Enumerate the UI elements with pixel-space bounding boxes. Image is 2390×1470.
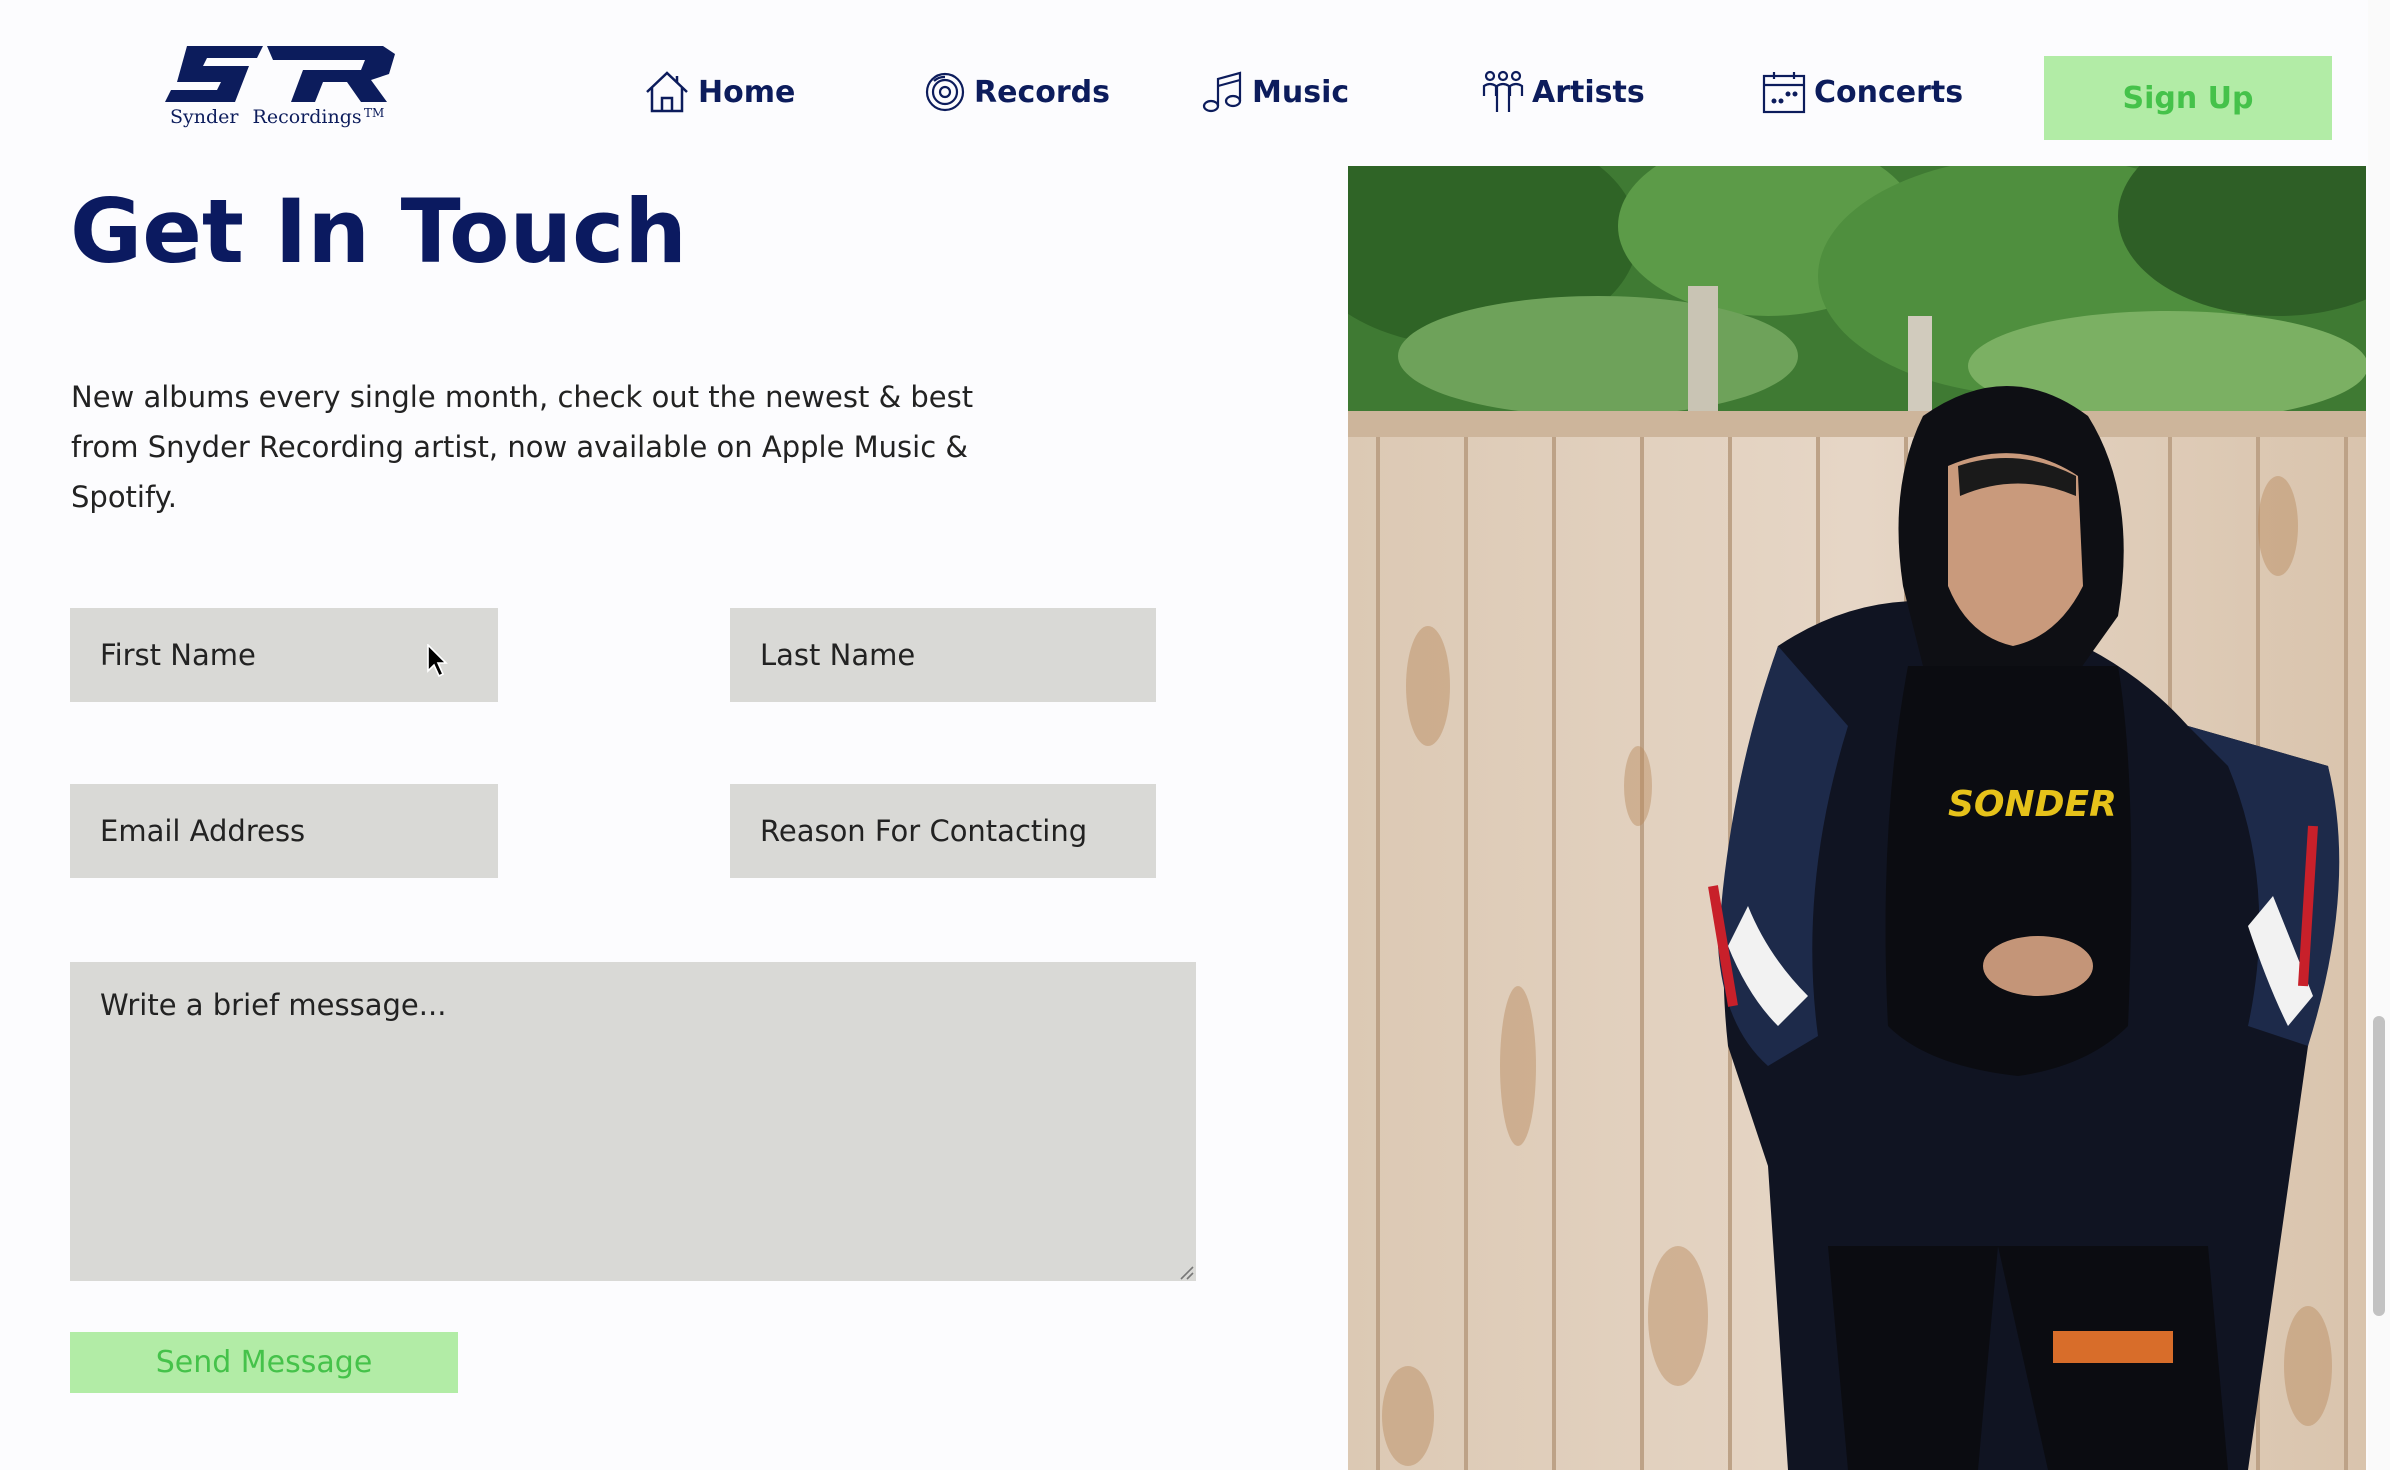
send-message-button[interactable]: Send Message bbox=[70, 1332, 458, 1393]
sign-up-button[interactable]: Sign Up bbox=[2044, 56, 2332, 140]
trademark: TM bbox=[364, 106, 385, 120]
nav-music[interactable]: Music bbox=[1202, 62, 1349, 122]
page-title: Get In Touch bbox=[70, 180, 687, 283]
nav-home-label: Home bbox=[698, 74, 796, 110]
nav-music-label: Music bbox=[1252, 74, 1350, 110]
last-name-input[interactable] bbox=[730, 608, 1156, 702]
vinyl-record-icon bbox=[924, 71, 966, 113]
nav-artists-label: Artists bbox=[1532, 74, 1645, 110]
nav-concerts[interactable]: Concerts bbox=[1762, 62, 1963, 122]
mouse-cursor-icon bbox=[427, 644, 448, 678]
scrollbar-thumb[interactable] bbox=[2373, 1016, 2385, 1316]
people-icon bbox=[1482, 70, 1524, 114]
message-textarea[interactable] bbox=[70, 962, 1196, 1281]
page-description: New albums every single month, check out… bbox=[71, 380, 974, 514]
nav-records[interactable]: Records bbox=[924, 62, 1110, 122]
logo-mark bbox=[165, 46, 395, 102]
logo[interactable]: Synder Recordings TM bbox=[160, 40, 400, 140]
calendar-icon bbox=[1762, 70, 1806, 114]
nav-records-label: Records bbox=[974, 74, 1110, 110]
nav-concerts-label: Concerts bbox=[1814, 74, 1964, 110]
page-scrollbar[interactable] bbox=[2368, 0, 2390, 1470]
music-note-icon bbox=[1202, 70, 1244, 114]
reason-input[interactable] bbox=[730, 784, 1156, 878]
home-icon bbox=[644, 70, 690, 114]
email-input[interactable] bbox=[70, 784, 498, 878]
nav-home[interactable]: Home bbox=[644, 62, 795, 122]
resize-handle-icon[interactable] bbox=[1178, 1264, 1194, 1280]
shirt-print-text: SONDER bbox=[1948, 784, 2117, 825]
nav-artists[interactable]: Artists bbox=[1482, 62, 1645, 122]
site-header: Synder Recordings TM Home Records Music … bbox=[0, 0, 2368, 166]
artist-photo: SONDER bbox=[1348, 166, 2366, 1470]
logo-text: Synder Recordings bbox=[170, 106, 362, 128]
